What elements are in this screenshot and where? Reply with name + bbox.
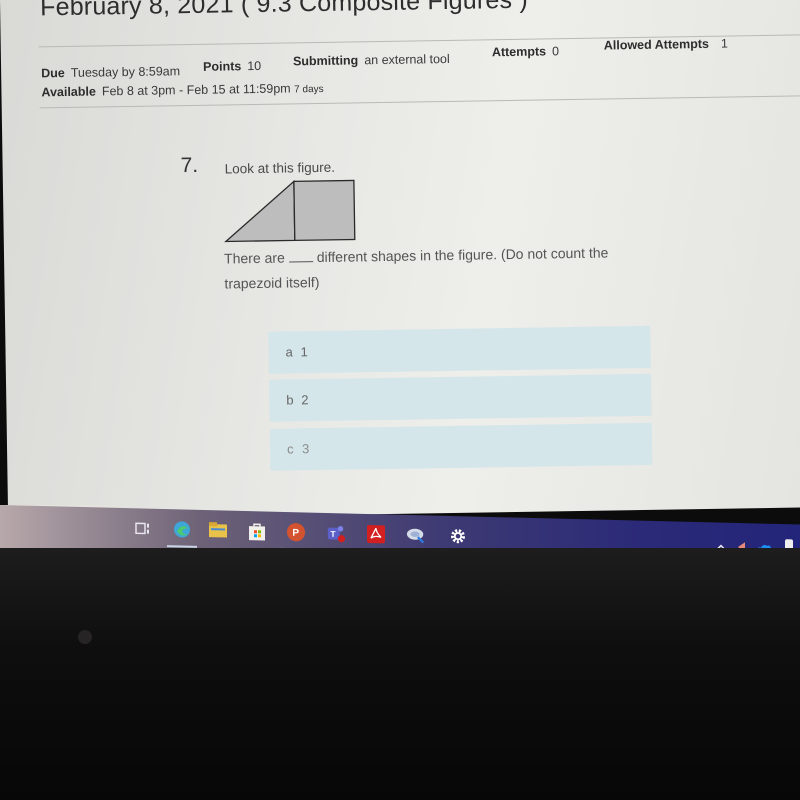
rectangle-shape: [293, 179, 356, 242]
submitting-field: Submitting an external tool: [293, 52, 450, 68]
svg-text:T: T: [331, 530, 336, 539]
snipping-tool-button[interactable]: [406, 525, 426, 545]
available-duration: 7 days: [294, 83, 324, 96]
submitting-label: Submitting: [292, 53, 359, 69]
points-label: Points: [202, 59, 242, 74]
gear-icon: [451, 529, 465, 544]
choice-letter: c: [286, 441, 294, 457]
trapezoid-figure: [224, 179, 356, 243]
teams-button[interactable]: T: [326, 523, 346, 543]
choice-text: 2: [301, 392, 309, 408]
bezel-mark: [78, 630, 92, 644]
question-prompt: There are different shapes in the figure.…: [224, 240, 665, 297]
points-value: 10: [247, 58, 262, 74]
question-number: 7.: [180, 153, 199, 178]
choice-text: 1: [300, 344, 308, 360]
points-field: Points 10: [203, 59, 261, 74]
snipping-tool-icon: [406, 528, 425, 544]
choice-letter: a: [285, 344, 293, 360]
prompt-before: There are: [223, 249, 285, 267]
available-field: Available Feb 8 at 3pm - Feb 15 at 11:59p…: [41, 81, 323, 99]
task-view-button[interactable]: [132, 518, 152, 538]
question-intro: Look at this figure.: [224, 159, 336, 177]
acrobat-icon: [367, 525, 385, 544]
acrobat-button[interactable]: [366, 524, 386, 544]
store-icon: [249, 523, 265, 541]
due-field: Due Tuesday by 8:59am: [41, 64, 180, 80]
due-label: Due: [41, 65, 65, 81]
allowed-attempts-value: 1: [720, 36, 728, 51]
choice-a[interactable]: a 1: [268, 325, 651, 374]
choice-b[interactable]: b 2: [268, 373, 652, 422]
choice-text: 3: [301, 441, 310, 457]
attempts-label: Attempts: [491, 44, 547, 60]
file-explorer-button[interactable]: [208, 520, 228, 540]
submitting-value: an external tool: [364, 51, 450, 68]
store-button[interactable]: [247, 521, 267, 541]
choice-c[interactable]: c 3: [269, 422, 653, 471]
allowed-attempts-label: Allowed Attempts: [603, 36, 709, 53]
task-view-icon: [135, 522, 149, 535]
powerpoint-button[interactable]: P: [286, 522, 306, 542]
attempts-field: Attempts 0: [492, 44, 559, 59]
due-value: Tuesday by 8:59am: [70, 64, 181, 80]
laptop-bezel: [0, 548, 800, 800]
choice-letter: b: [286, 392, 294, 408]
powerpoint-icon: P: [286, 523, 306, 542]
answer-blank: [288, 261, 313, 263]
allowed-attempts-field: Allowed Attempts 1: [604, 37, 728, 53]
triangle-shape: [224, 179, 296, 243]
browser-page: February 8, 2021 ( 9.3 Composite Figures…: [0, 0, 800, 520]
attempts-value: 0: [551, 44, 560, 59]
edge-icon: [174, 521, 190, 538]
page-title: February 8, 2021 ( 9.3 Composite Figures…: [39, 0, 529, 22]
settings-button[interactable]: [448, 526, 468, 546]
folder-icon: [209, 522, 227, 538]
edge-button[interactable]: [172, 519, 192, 539]
available-value: Feb 8 at 3pm - Feb 15 at 11:59pm: [101, 81, 291, 99]
available-label: Available: [41, 84, 96, 100]
teams-icon: T: [327, 526, 346, 543]
svg-text:P: P: [292, 528, 299, 539]
